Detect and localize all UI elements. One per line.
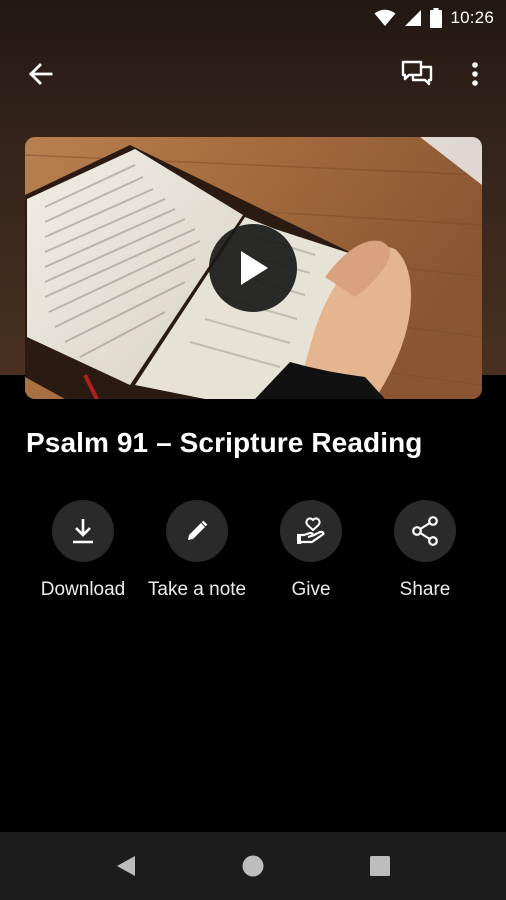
system-nav-bar — [0, 832, 506, 900]
download-button[interactable] — [52, 500, 114, 562]
share-label: Share — [399, 579, 451, 600]
action-row: Download Take a note Give Share — [0, 500, 506, 610]
download-action[interactable]: Download — [23, 500, 143, 601]
media-title: Psalm 91 – Scripture Reading — [26, 427, 423, 458]
media-thumbnail[interactable] — [25, 137, 482, 399]
give-label: Give — [291, 579, 331, 600]
take-note-label: Take a note — [147, 579, 247, 600]
status-bar: 10:26 — [0, 0, 506, 36]
back-arrow-icon — [29, 63, 53, 85]
back-triangle-icon — [117, 856, 135, 876]
share-icon — [412, 516, 438, 546]
home-circle-icon — [242, 855, 264, 877]
chat-icon — [401, 60, 433, 86]
give-hand-heart-icon — [297, 517, 325, 545]
nav-back-button[interactable] — [106, 846, 146, 886]
status-time: 10:26 — [450, 8, 494, 27]
status-icons: 10:26 — [374, 6, 494, 30]
back-button[interactable] — [18, 52, 62, 96]
download-icon — [73, 519, 93, 544]
battery-icon — [430, 8, 443, 28]
play-button[interactable] — [209, 224, 297, 312]
nav-home-button[interactable] — [233, 846, 273, 886]
download-label: Download — [40, 579, 126, 600]
chat-button[interactable] — [395, 52, 439, 96]
give-action[interactable]: Give — [251, 500, 371, 601]
signal-icon — [405, 10, 422, 26]
share-button[interactable] — [394, 500, 456, 562]
pencil-icon — [188, 520, 208, 540]
play-icon — [241, 251, 268, 285]
wifi-icon — [374, 9, 396, 26]
take-note-action[interactable]: Take a note — [137, 500, 257, 601]
take-note-button[interactable] — [166, 500, 228, 562]
give-button[interactable] — [280, 500, 342, 562]
share-action[interactable]: Share — [365, 500, 485, 601]
app-bar — [0, 48, 506, 100]
nav-recents-button[interactable] — [360, 846, 400, 886]
more-options-button[interactable] — [453, 52, 497, 96]
more-vert-icon — [472, 62, 478, 86]
recents-square-icon — [370, 856, 390, 876]
